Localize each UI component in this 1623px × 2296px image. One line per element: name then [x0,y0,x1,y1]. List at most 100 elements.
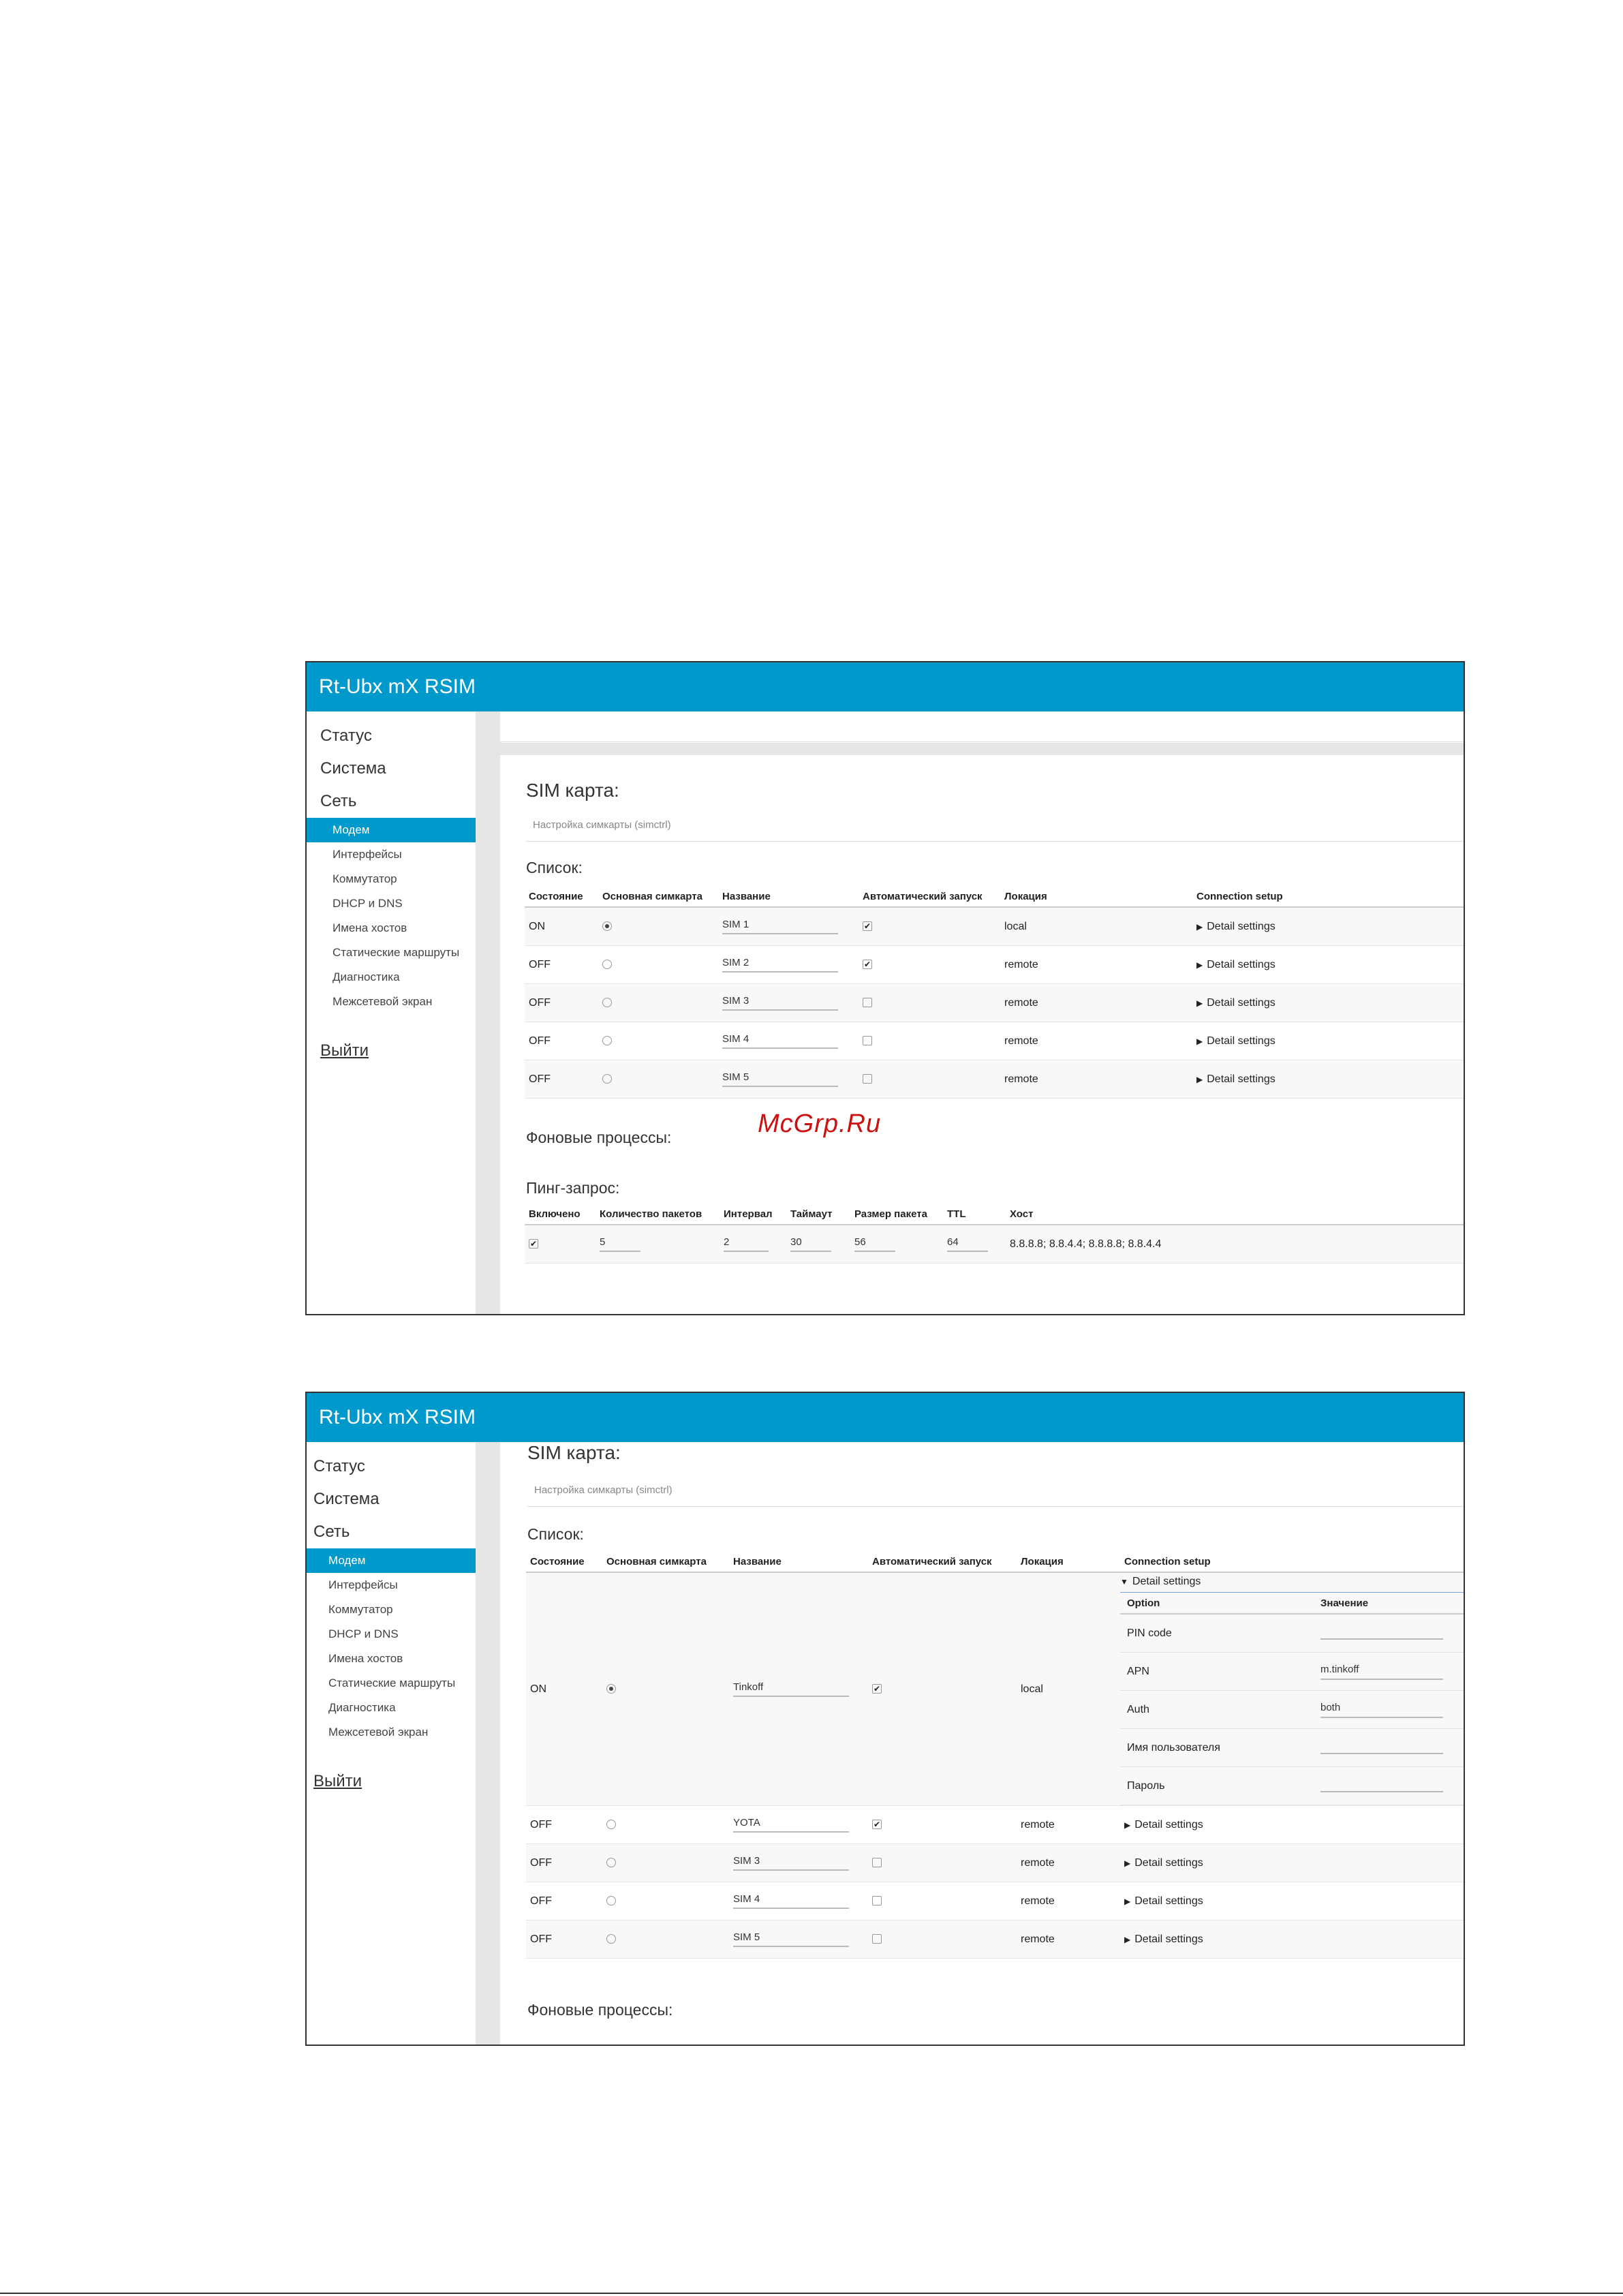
detail-settings-toggle[interactable]: ▶ Detail settings [1124,1819,1203,1831]
sim-name-input[interactable]: SIM 1 [722,919,838,934]
list-title: Список: [527,1525,584,1543]
logout-link[interactable]: Выйти [307,1772,476,1791]
autostart-checkbox[interactable] [863,1036,872,1046]
nav-hostnames[interactable]: Имена хостов [307,916,476,940]
primary-sim-radio[interactable] [606,1820,616,1830]
option-value-input[interactable]: m.tinkoff [1320,1664,1443,1680]
sim-name-input[interactable]: YOTA [733,1817,849,1833]
detail-settings-toggle[interactable]: ▶ Detail settings [1196,997,1276,1009]
ping-size-input[interactable]: 56 [854,1236,895,1252]
autostart-checkbox[interactable]: ✔ [872,1684,882,1694]
sim-name-input[interactable]: SIM 5 [722,1071,838,1087]
section-subtitle: Настройка симкарты (simctrl) [533,819,671,831]
option-label: Имя пользователя [1120,1728,1314,1767]
ping-host-value[interactable]: 8.8.8.8; 8.8.4.4; 8.8.8.8; 8.8.4.4 [1010,1238,1161,1250]
table-row: Имя пользователя [1120,1728,1464,1767]
col-state: Состояние [525,886,598,908]
nav-interfaces[interactable]: Интерфейсы [307,842,476,867]
primary-sim-radio[interactable] [606,1858,616,1868]
primary-sim-radio[interactable] [602,921,612,932]
sim-name-input[interactable]: SIM 4 [733,1893,849,1909]
table-row: OFF SIM 4 remote ▶ Detail settings [526,1882,1464,1920]
option-value-input[interactable] [1320,1738,1443,1754]
table-row: OFF YOTA ✔ remote ▶ Detail settings [526,1805,1464,1844]
location-value: remote [1000,983,1192,1022]
nav-static-routes[interactable]: Статические маршруты [307,1671,476,1696]
ping-ttl-input[interactable]: 64 [947,1236,988,1252]
nav-diagnostics[interactable]: Диагностика [307,965,476,990]
nav-system[interactable]: Система [307,1483,476,1516]
detail-settings-label: Detail settings [1207,996,1276,1009]
autostart-checkbox[interactable] [872,1858,882,1868]
nav-network[interactable]: Сеть [307,1516,476,1548]
sim-name-input[interactable]: SIM 2 [722,957,838,973]
nav-modem[interactable]: Модем [307,818,476,842]
nav-switch[interactable]: Коммутатор [307,1597,476,1622]
nav-switch[interactable]: Коммутатор [307,867,476,891]
detail-settings-toggle[interactable]: ▶ Detail settings [1196,921,1276,932]
nav-network[interactable]: Сеть [307,785,476,818]
primary-sim-radio[interactable] [602,1074,612,1084]
autostart-checkbox[interactable]: ✔ [872,1820,882,1830]
detail-settings-toggle[interactable]: ▶ Detail settings [1196,1035,1276,1047]
nav-firewall[interactable]: Межсетевой экран [307,990,476,1014]
nav-status[interactable]: Статус [307,1450,476,1483]
nav-modem[interactable]: Модем [307,1548,476,1573]
state-value: OFF [525,1022,598,1060]
nav-dhcp-dns[interactable]: DHCP и DNS [307,891,476,916]
nav-firewall[interactable]: Межсетевой экран [307,1720,476,1745]
triangle-right-icon: ▶ [1196,960,1203,970]
autostart-checkbox[interactable]: ✔ [863,960,872,970]
detail-settings-toggle[interactable]: ▶ Detail settings [1124,1933,1203,1945]
nav-interfaces[interactable]: Интерфейсы [307,1573,476,1597]
state-value: OFF [526,1920,602,1959]
option-value-input[interactable] [1320,1623,1443,1640]
table-row: OFF SIM 4 remote ▶ Detail settings [525,1022,1464,1060]
table-row: ON SIM 1 ✔ local ▶ Detail settings [525,907,1464,946]
sim-name-input[interactable]: SIM 3 [722,995,838,1011]
autostart-checkbox[interactable]: ✔ [863,921,872,932]
ping-enabled-checkbox[interactable]: ✔ [529,1239,538,1249]
detail-settings-toggle[interactable]: ▶ Detail settings [1196,959,1276,970]
nav-dhcp-dns[interactable]: DHCP и DNS [307,1622,476,1647]
nav-static-routes[interactable]: Статические маршруты [307,940,476,965]
ping-interval-input[interactable]: 2 [724,1236,769,1252]
triangle-right-icon: ▶ [1124,1858,1131,1868]
detail-settings-toggle[interactable]: ▶ Detail settings [1196,1073,1276,1085]
divider [526,841,1464,842]
autostart-checkbox[interactable] [863,998,872,1008]
primary-sim-radio[interactable] [602,960,612,970]
option-value-input[interactable] [1320,1776,1443,1792]
location-value: local [1000,907,1192,946]
primary-sim-radio[interactable] [606,1934,616,1944]
nav-hostnames[interactable]: Имена хостов [307,1647,476,1671]
sim-name-input[interactable]: SIM 3 [733,1855,849,1871]
list-title: Список: [526,859,583,876]
table-row: Auth both [1120,1690,1464,1729]
col-autostart: Автоматический запуск [859,886,1000,908]
primary-sim-radio[interactable] [602,1036,612,1046]
primary-sim-radio[interactable] [602,998,612,1008]
logout-link[interactable]: Выйти [307,1041,476,1060]
nav-system[interactable]: Система [307,752,476,785]
ping-timeout-input[interactable]: 30 [790,1236,831,1252]
option-value-input[interactable]: both [1320,1702,1443,1718]
nav-diagnostics[interactable]: Диагностика [307,1696,476,1720]
autostart-checkbox[interactable] [863,1074,872,1084]
detail-settings-toggle[interactable]: ▶ Detail settings [1124,1895,1203,1907]
detail-settings-label: Detail settings [1134,1856,1203,1869]
detail-settings-toggle[interactable]: ▶ Detail settings [1124,1857,1203,1869]
primary-sim-radio[interactable] [606,1896,616,1906]
nav-status[interactable]: Статус [307,720,476,752]
sim-name-input[interactable]: SIM 4 [722,1033,838,1049]
page-bottom-rule [0,2293,1623,2294]
triangle-right-icon: ▶ [1196,1074,1203,1084]
autostart-checkbox[interactable] [872,1896,882,1906]
sim-name-input[interactable]: Tinkoff [733,1681,849,1697]
detail-settings-toggle[interactable]: ▼ Detail settings [1120,1576,1464,1593]
sim-name-input[interactable]: SIM 5 [733,1931,849,1947]
ping-count-input[interactable]: 5 [600,1236,640,1252]
background-title: Фоновые процессы: [527,2001,673,2019]
primary-sim-radio[interactable] [606,1684,616,1694]
autostart-checkbox[interactable] [872,1934,882,1944]
